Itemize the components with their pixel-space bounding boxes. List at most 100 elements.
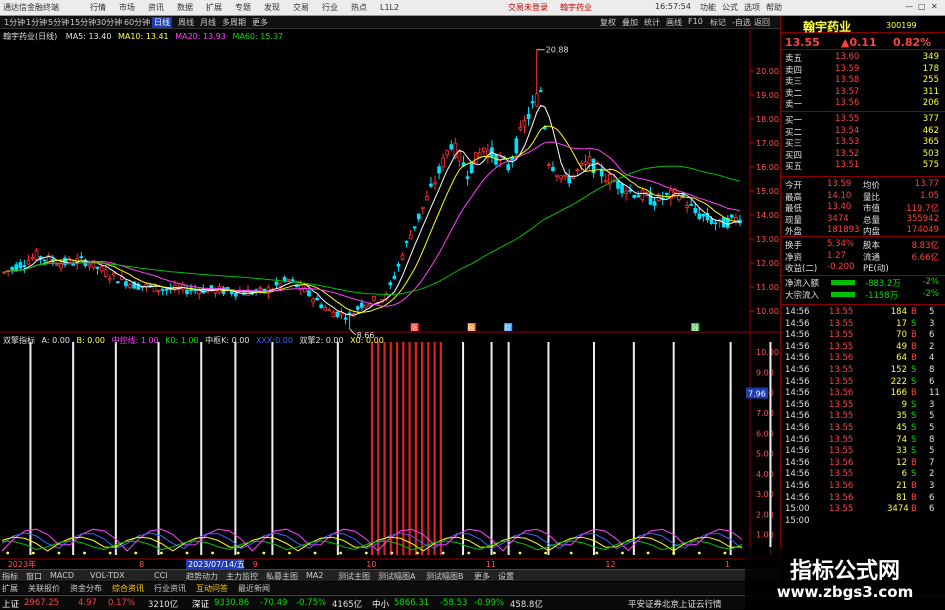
menu-item-7[interactable]: 交易 [293,3,309,12]
right-menu-item-2[interactable]: 选项 [744,2,760,13]
tick-count: 5 [929,411,935,422]
zx-label[interactable]: 中小 [372,598,389,610]
toolbar-right-4[interactable]: F10 [688,17,703,26]
ask-row[interactable]: 卖一 13.56 206 [783,98,943,110]
sh-label[interactable]: 上证 [2,598,19,610]
period-tab-4[interactable]: 30分钟 [96,17,122,28]
toolbar-right-3[interactable]: 画线 [666,17,682,28]
bid-row[interactable]: 买四 13.52 503 [783,149,943,161]
candle-body [575,169,580,172]
tick-list[interactable]: 14:56 13.55 184 B 5 14:56 13.55 17 S 3 14:56 13.55 7… [781,304,945,569]
indicator-tab-3[interactable]: VOL-TDX [90,571,125,580]
ask-row[interactable]: 卖五 13.60 349 [783,52,943,64]
indicator-tab-12[interactable]: 更多 [474,571,490,582]
tick-row[interactable]: 14:56 13.55 222 S 6 [783,377,943,388]
close-icon[interactable]: ✕ [931,2,938,11]
toolbar-right-5[interactable]: 标记 [710,17,726,28]
toolbar-right-2[interactable]: 统计 [644,17,660,28]
sub-tab-2[interactable]: 资金分布 [70,583,102,594]
tick-row[interactable]: 14:56 13.55 74 S 8 [783,435,943,446]
osc-dot [262,551,266,555]
sub-tab-6[interactable]: 最近新闻 [238,583,270,594]
right-menu-item-1[interactable]: 公式 [722,2,738,13]
indicator-tab-4[interactable]: CCI [154,571,168,580]
sub-tab-3[interactable]: 综合资讯 [112,583,144,594]
period-tab-8[interactable]: 月线 [200,17,216,28]
sub-tab-0[interactable]: 扩展 [2,583,18,594]
candle-body [79,256,84,259]
tick-row[interactable]: 14:56 13.55 9 S 3 [783,400,943,411]
indicator-tab-0[interactable]: 指标 [2,571,18,582]
ask-row[interactable]: 卖四 13.59 178 [783,64,943,76]
tick-row[interactable]: 14:56 13.55 45 S 5 [783,423,943,434]
menu-item-4[interactable]: 扩展 [206,3,222,12]
indicator-tab-6[interactable]: 主力监控 [226,571,258,582]
tick-row[interactable]: 14:56 13.55 17 S 3 [783,319,943,330]
indicator-tab-9[interactable]: 测试主图 [338,571,370,582]
period-tab-0[interactable]: 1分钟 [4,17,25,28]
sub-tab-1[interactable]: 关联报价 [28,583,60,594]
menu-item-1[interactable]: 市场 [119,3,135,12]
menu-item-8[interactable]: 行业 [322,3,338,12]
toolbar-right-7[interactable]: 返回 [754,17,770,28]
period-tab-10[interactable]: 更多 [252,17,268,28]
menu-item-9[interactable]: 热点 [351,3,367,12]
menu-item-6[interactable]: 发现 [264,3,280,12]
period-tab-7[interactable]: 周线 [178,17,194,28]
menu-item-10[interactable]: L1L2 [380,3,399,12]
ask-row[interactable]: 卖三 13.58 255 [783,75,943,87]
indicator-tab-7[interactable]: 私募主图 [266,571,298,582]
right-menu-item-3[interactable]: 帮助 [766,2,782,13]
period-tab-9[interactable]: 多周期 [222,17,246,28]
period-tab-6[interactable]: 日线 [152,17,172,28]
period-tab-2[interactable]: 5分钟 [48,17,69,28]
sz-label[interactable]: 深证 [192,598,209,610]
right-menu-item-0[interactable]: 功能 [700,2,716,13]
bid-row[interactable]: 买二 13.54 462 [783,126,943,138]
sub-tab-4[interactable]: 行业资讯 [154,583,186,594]
tick-row[interactable]: 15:00 [783,516,943,527]
tick-row[interactable]: 14:56 13.55 184 B 5 [783,307,943,318]
toolbar-right-1[interactable]: 叠加 [622,17,638,28]
indicator-tab-5[interactable]: 趋势动力 [186,571,218,582]
toolbar-right-0[interactable]: 复权 [600,17,616,28]
tick-row[interactable]: 14:56 13.55 6 S 2 [783,469,943,480]
tick-row[interactable]: 14:56 13.56 21 B 3 [783,481,943,492]
bid-row[interactable]: 买一 13.55 377 [783,114,943,126]
tick-row[interactable]: 14:56 13.56 166 B 11 [783,388,943,399]
trade-login-link[interactable]: 交易未登录 [508,2,548,13]
toolbar-right-6[interactable]: -自选 [732,17,751,28]
sub-tab-5[interactable]: 互动问答 [196,583,228,594]
stock-link[interactable]: 翰宇药业 [560,2,592,13]
period-tab-5[interactable]: 60分钟 [124,17,150,28]
menu-item-2[interactable]: 资讯 [148,3,164,12]
kline-chart[interactable]: 20.00 19.00 18.00 17.00 16.00 15.00 14.00 13.00… [0,30,780,570]
minimize-icon[interactable]: — [905,2,913,11]
ask-row[interactable]: 卖二 13.57 311 [783,87,943,99]
indicator-tab-10[interactable]: 测试幅图A [378,571,415,582]
tick-row[interactable]: 14:56 13.55 49 B 2 [783,342,943,353]
indicator-tab-1[interactable]: 窗口 [26,571,42,582]
tick-row[interactable]: 15:00 13.55 3474 B 6 [783,504,943,515]
tick-row[interactable]: 14:56 13.56 81 B 6 [783,493,943,504]
maximize-icon[interactable]: □ [918,2,926,11]
indicator-tab-13[interactable]: 设置 [498,571,514,582]
indicator-tab-8[interactable]: MA2 [306,571,323,580]
tick-row[interactable]: 14:56 13.56 64 B 4 [783,353,943,364]
indicator-tab-11[interactable]: 测试幅图B [426,571,464,582]
bid-row[interactable]: 买三 13.53 365 [783,137,943,149]
menu-item-5[interactable]: 专题 [235,3,251,12]
osc-dot [83,551,86,555]
tick-row[interactable]: 14:56 13.55 70 B 6 [783,330,943,341]
tick-row[interactable]: 14:56 13.56 12 B 7 [783,458,943,469]
tick-row[interactable]: 14:56 13.55 35 S 5 [783,411,943,422]
period-tab-3[interactable]: 15分钟 [70,17,96,28]
menu-item-0[interactable]: 行情 [90,3,106,12]
menu-item-3[interactable]: 数据 [177,3,193,12]
period-tab-1[interactable]: 1分钟 [26,17,47,28]
tick-row[interactable]: 14:56 13.55 152 S 8 [783,365,943,376]
ma10-line [3,125,741,313]
bid-row[interactable]: 买五 13.51 575 [783,160,943,172]
tick-row[interactable]: 14:56 13.55 33 S 5 [783,446,943,457]
indicator-tab-2[interactable]: MACD [50,571,74,580]
